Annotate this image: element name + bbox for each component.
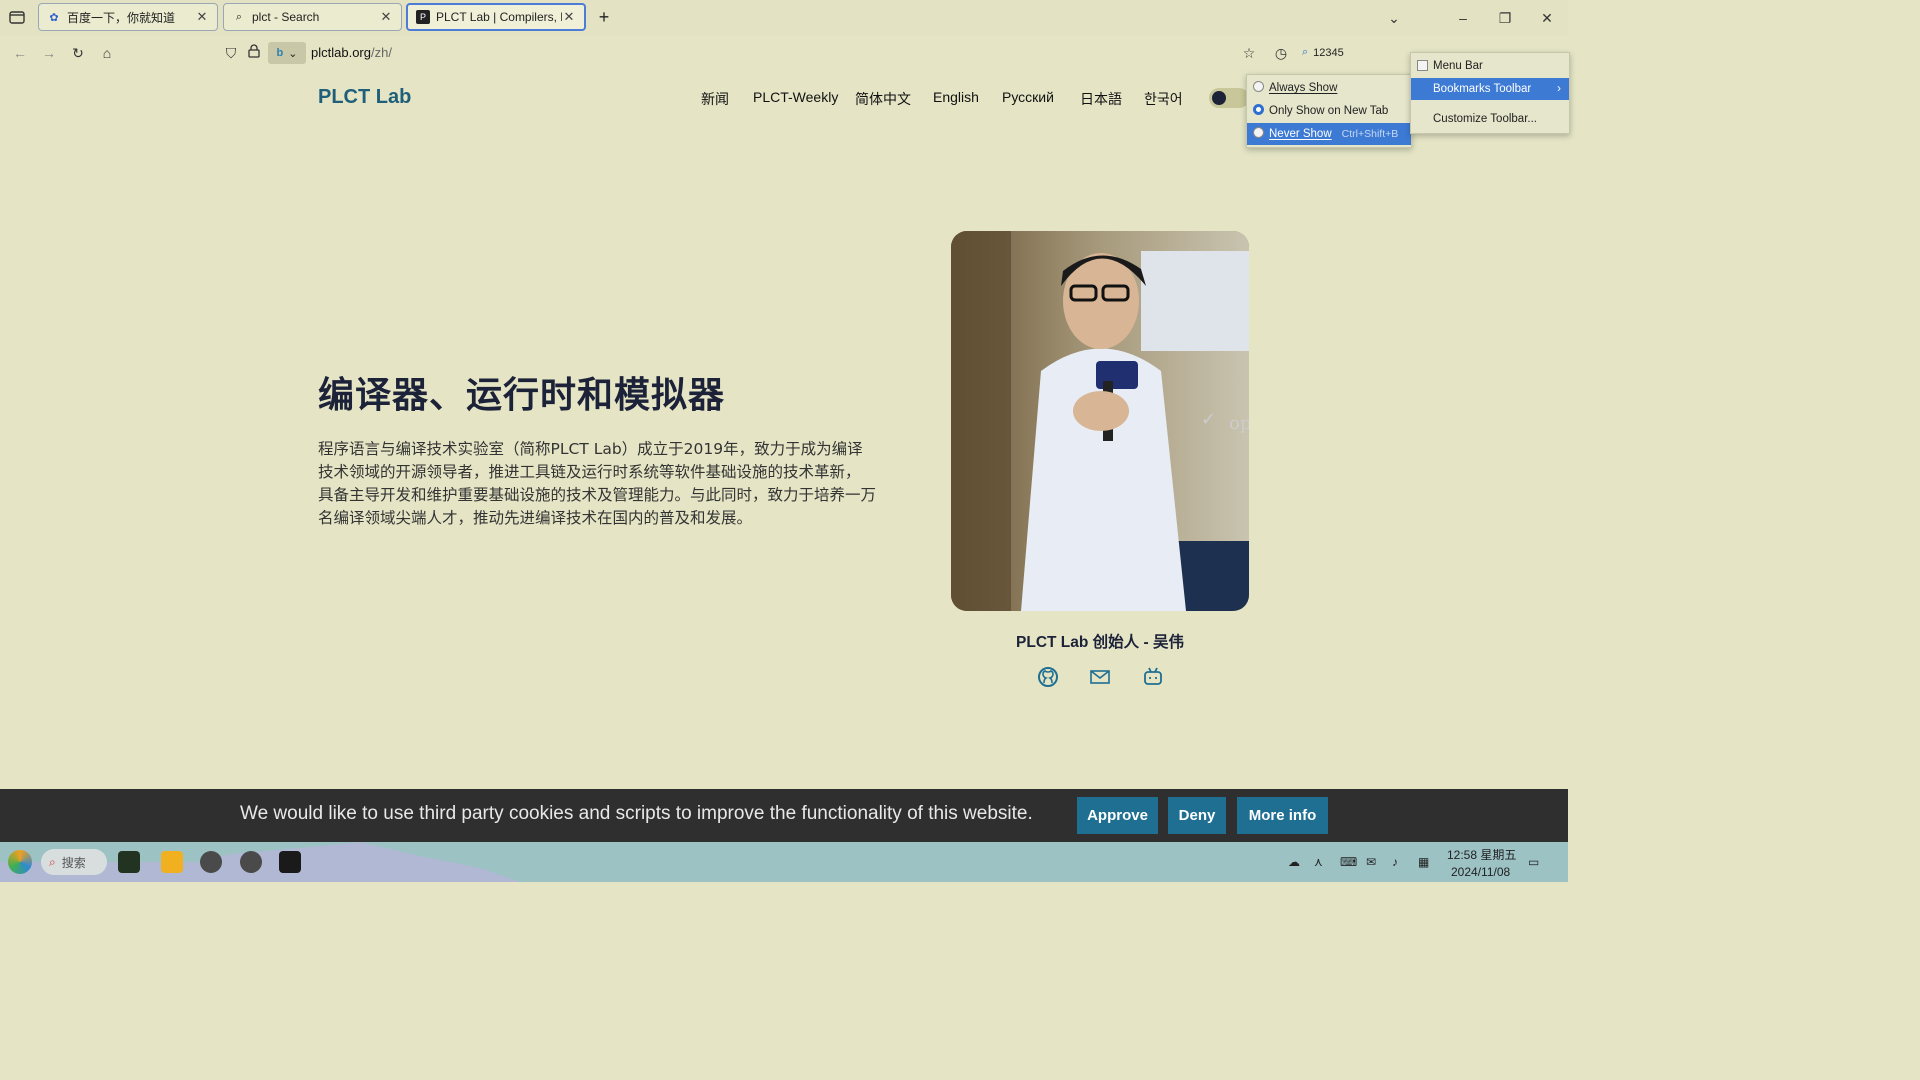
tab-baidu[interactable]: ✿ 百度一下，你就知道 ✕ bbox=[38, 3, 218, 31]
url-path: /zh/ bbox=[370, 45, 392, 60]
terminal-icon[interactable] bbox=[279, 851, 301, 873]
volume-icon[interactable]: ♪ bbox=[1392, 855, 1398, 869]
cookie-message: We would like to use third party cookies… bbox=[240, 803, 1033, 824]
new-tab-button[interactable]: + bbox=[594, 7, 614, 27]
checkmark-icon: ✓ bbox=[1201, 409, 1217, 429]
list-all-tabs-icon[interactable]: ⌄ bbox=[1384, 8, 1404, 28]
search-icon: ⌕ bbox=[235, 10, 243, 23]
search-engine-selector[interactable]: b ⌄ bbox=[268, 42, 306, 64]
nav-link-news[interactable]: 新闻 bbox=[701, 89, 729, 109]
checkbox-icon bbox=[1417, 60, 1428, 71]
menu-item-label: Bookmarks Toolbar bbox=[1433, 83, 1532, 95]
taskbar-search[interactable]: ⌕ 搜索 bbox=[41, 849, 107, 875]
nav-link-ko[interactable]: 한국어 bbox=[1144, 89, 1183, 109]
bing-icon: b bbox=[276, 47, 284, 59]
photo-overlay-text: op bbox=[1229, 413, 1249, 434]
site-logo[interactable]: PLCT Lab bbox=[318, 86, 411, 109]
notification-icon[interactable]: ▭ bbox=[1528, 855, 1539, 869]
mail-icon[interactable] bbox=[1089, 668, 1111, 686]
calendar-icon[interactable]: ▦ bbox=[1418, 855, 1429, 869]
back-icon[interactable]: ← bbox=[10, 43, 30, 63]
hero-description: 程序语言与编译技术实验室（简称PLCT Lab）成立于2019年，致力于成为编译… bbox=[318, 440, 877, 527]
search-icon: ⌕ bbox=[1302, 46, 1309, 58]
radio-selected-icon bbox=[1253, 104, 1264, 115]
menu-item-label: Never Show bbox=[1269, 128, 1332, 140]
close-icon[interactable]: ✕ bbox=[379, 9, 393, 25]
menu-item-shortcut: Ctrl+Shift+B bbox=[1341, 128, 1399, 140]
nav-link-zh[interactable]: 简体中文 bbox=[855, 89, 911, 109]
github-icon[interactable] bbox=[1037, 666, 1059, 688]
menu-item-only-show-on-new-tab[interactable]: Only Show on New Tab bbox=[1247, 100, 1411, 122]
keyboard-icon[interactable]: ⌨ bbox=[1340, 855, 1357, 869]
nav-link-en[interactable]: English bbox=[933, 89, 979, 105]
taskbar-search-label: 搜索 bbox=[61, 855, 86, 870]
approve-button[interactable]: Approve bbox=[1077, 797, 1158, 834]
menu-item-label: Customize Toolbar... bbox=[1433, 113, 1537, 125]
bilibili-icon[interactable] bbox=[1142, 666, 1164, 688]
weather-icon[interactable]: ☁ bbox=[1288, 855, 1300, 869]
search-icon: ⌕ bbox=[49, 854, 56, 869]
close-icon[interactable]: ✕ bbox=[562, 9, 576, 25]
bookmark-star-icon[interactable]: ☆ bbox=[1239, 43, 1259, 63]
settings-gear-icon[interactable] bbox=[200, 851, 222, 873]
tab-plct-lab[interactable]: P PLCT Lab | Compilers, Runt ✕ bbox=[406, 3, 586, 31]
forward-icon[interactable]: → bbox=[39, 43, 59, 63]
taskview-icon[interactable] bbox=[118, 851, 140, 873]
tab-list-icon[interactable] bbox=[8, 8, 26, 26]
bookmarks-toolbar-submenu: Always Show Only Show on New Tab Never S… bbox=[1246, 74, 1412, 148]
clock-time[interactable]: 12:58 星期五 bbox=[1447, 846, 1516, 863]
clock-date[interactable]: 2024/11/08 bbox=[1451, 865, 1510, 879]
baidu-paw-icon: ✿ bbox=[49, 11, 59, 24]
menu-item-label: Only Show on New Tab bbox=[1269, 105, 1389, 117]
reload-icon[interactable]: ↻ bbox=[68, 43, 88, 63]
nav-link-ja[interactable]: 日本語 bbox=[1080, 89, 1122, 109]
nav-link-weekly[interactable]: PLCT-Weekly bbox=[753, 89, 838, 105]
url-host: plctlab.org bbox=[311, 45, 371, 60]
menu-item-never-show[interactable]: Never Show Ctrl+Shift+B bbox=[1247, 123, 1411, 145]
taskbar bbox=[0, 842, 1568, 882]
founder-photo: op ✓ bbox=[951, 231, 1249, 611]
navigation-bar: ← → ↻ ⌂ ⛉ b ⌄ plctlab.org/zh/ ☆ ◷ ⌕ 1234… bbox=[0, 36, 1568, 70]
search-input-value: 12345 bbox=[1313, 46, 1344, 59]
url-bar[interactable]: plctlab.org/zh/ bbox=[311, 45, 392, 60]
radio-icon bbox=[1253, 81, 1264, 92]
menu-item-label: Always Show bbox=[1269, 82, 1338, 94]
menu-item-menu-bar[interactable]: Menu Bar bbox=[1411, 55, 1569, 77]
close-window-icon[interactable]: ✕ bbox=[1537, 8, 1557, 28]
nav-link-ru[interactable]: Русский bbox=[1002, 89, 1054, 105]
toolbar-context-menu: Menu Bar Bookmarks Toolbar › Customize T… bbox=[1410, 52, 1570, 134]
close-icon[interactable]: ✕ bbox=[195, 9, 209, 25]
menu-item-customize-toolbar[interactable]: Customize Toolbar... bbox=[1411, 108, 1569, 130]
photo-caption: PLCT Lab 创始人 - 吴伟 bbox=[1016, 634, 1184, 651]
lock-icon[interactable] bbox=[244, 43, 264, 63]
chevron-down-icon: ⌄ bbox=[288, 47, 298, 60]
menu-item-label: Menu Bar bbox=[1433, 60, 1483, 72]
tab-plct-search[interactable]: ⌕ plct - Search ✕ bbox=[223, 3, 402, 31]
menu-item-bookmarks-toolbar[interactable]: Bookmarks Toolbar › bbox=[1411, 78, 1569, 100]
deny-button[interactable]: Deny bbox=[1168, 797, 1226, 834]
radio-icon bbox=[1253, 127, 1264, 138]
theme-toggle[interactable] bbox=[1209, 88, 1249, 108]
history-icon[interactable]: ◷ bbox=[1271, 43, 1291, 63]
network-icon[interactable]: ⋏ bbox=[1314, 855, 1323, 869]
menu-item-always-show[interactable]: Always Show bbox=[1247, 77, 1411, 99]
tab-strip: ✿ 百度一下，你就知道 ✕ ⌕ plct - Search ✕ P PLCT L… bbox=[0, 0, 1568, 36]
search-box[interactable]: ⌕ 12345 bbox=[1302, 46, 1344, 59]
minimize-icon[interactable]: – bbox=[1453, 8, 1473, 28]
tab-title: 百度一下，你就知道 bbox=[67, 10, 176, 25]
tab-title: PLCT Lab | Compilers, Runt bbox=[436, 10, 562, 24]
toggle-knob bbox=[1212, 91, 1226, 105]
more-info-button[interactable]: More info bbox=[1237, 797, 1328, 834]
hero-title: 编译器、运行时和模拟器 bbox=[318, 375, 726, 416]
shield-icon[interactable]: ⛉ bbox=[221, 43, 241, 63]
start-menu-icon[interactable] bbox=[8, 850, 32, 874]
app-icon-yellow[interactable] bbox=[161, 851, 183, 873]
tab-title: plct - Search bbox=[252, 10, 320, 24]
settings-gear-icon-2[interactable] bbox=[240, 851, 262, 873]
restore-icon[interactable]: ❐ bbox=[1495, 8, 1515, 28]
chat-icon[interactable]: ✉ bbox=[1366, 855, 1376, 869]
chevron-right-icon: › bbox=[1557, 83, 1561, 95]
plct-favicon-icon: P bbox=[416, 10, 430, 24]
home-icon[interactable]: ⌂ bbox=[97, 43, 117, 63]
